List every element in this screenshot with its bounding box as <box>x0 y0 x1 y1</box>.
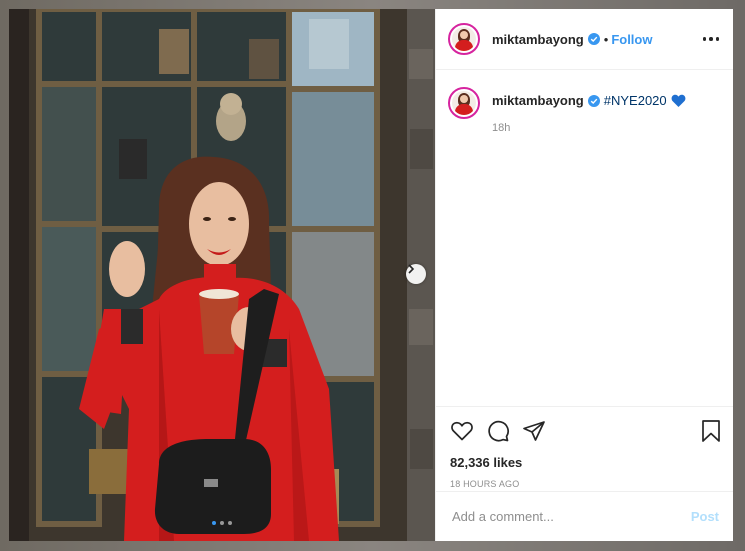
username-link[interactable]: miktambayong <box>492 32 584 47</box>
post-modal: miktambayong • Follow miktambayong #NYE2… <box>9 9 733 541</box>
post-photo[interactable] <box>9 9 435 541</box>
comment-input[interactable] <box>450 508 691 525</box>
comment-bar: Post <box>436 491 733 541</box>
verified-badge-icon <box>587 94 600 107</box>
share-icon[interactable] <box>522 419 546 443</box>
post-side-panel: miktambayong • Follow miktambayong #NYE2… <box>435 9 733 541</box>
avatar[interactable] <box>448 23 480 55</box>
carousel-indicator <box>9 521 435 525</box>
post-header: miktambayong • Follow <box>436 9 733 70</box>
avatar[interactable] <box>448 87 480 119</box>
caption-time: 18h <box>492 122 511 134</box>
carousel-dot <box>220 521 224 525</box>
carousel-dot <box>228 521 232 525</box>
post-comment-button[interactable]: Post <box>691 509 719 524</box>
bookmark-icon[interactable] <box>701 419 721 443</box>
caption-username-link[interactable]: miktambayong <box>492 93 584 108</box>
carousel-dot-active <box>212 521 216 525</box>
caption: miktambayong #NYE2020 18h <box>436 70 733 134</box>
post-timestamp: 18 HOURS AGO <box>450 479 520 489</box>
next-slide-button[interactable] <box>406 264 426 284</box>
chevron-right-icon <box>408 264 415 274</box>
header-separator: • <box>603 31 609 47</box>
blue-heart-icon <box>671 94 686 107</box>
more-options-icon[interactable] <box>702 31 719 47</box>
likes-count[interactable]: 82,336 likes <box>450 455 721 470</box>
verified-badge-icon <box>587 33 600 45</box>
post-actions: 82,336 likes 18 HOURS AGO <box>436 406 733 489</box>
comment-icon[interactable] <box>486 419 510 443</box>
photo-illustration <box>9 9 435 541</box>
follow-button[interactable]: Follow <box>611 32 652 47</box>
heart-icon[interactable] <box>450 419 474 443</box>
hashtag-link[interactable]: #NYE2020 <box>604 93 667 108</box>
